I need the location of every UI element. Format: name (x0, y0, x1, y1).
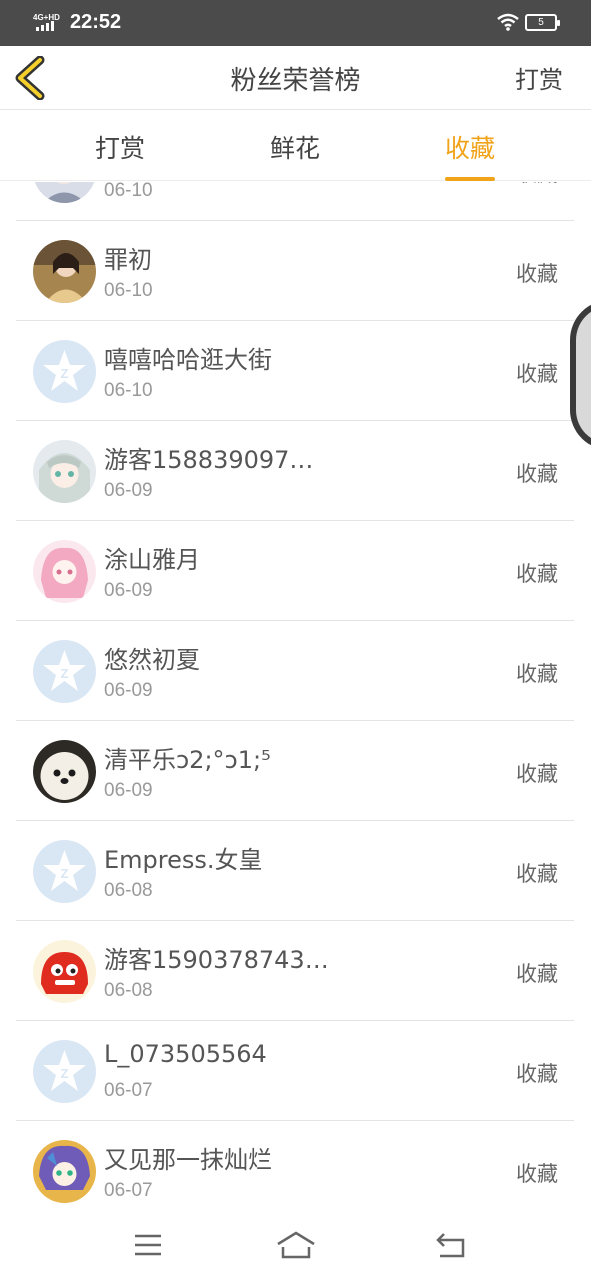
page-title: 粉丝荣誉榜 (230, 66, 361, 96)
tab-bar: 打赏 鲜花 收藏 (0, 111, 591, 181)
user-name: 游客1590378743… (104, 946, 329, 974)
avatar (33, 440, 96, 503)
avatar: Z (33, 1040, 96, 1103)
list-item[interactable]: 又见那一抹灿烂 06-07 收藏 (16, 1122, 574, 1210)
user-name: 清平乐ↄ2;°ↄ1;⁵ (104, 746, 271, 774)
avatar (33, 182, 96, 203)
user-name: 嘻嘻哈哈逛大街 (104, 346, 272, 374)
avatar (33, 1140, 96, 1203)
list-item[interactable]: 清平乐ↄ2;°ↄ1;⁵ 06-09 收藏 (16, 722, 574, 821)
list-item[interactable]: Z Empress.女皇 06-08 收藏 (16, 822, 574, 921)
avatar (33, 740, 96, 803)
battery-icon: 5 (525, 14, 560, 31)
date: 06-07 (104, 1080, 153, 1101)
date: 06-09 (104, 480, 153, 501)
list-item[interactable]: Z 嘻嘻哈哈逛大街 06-10 收藏 (16, 322, 574, 421)
tab-reward-label: 打赏 (95, 134, 146, 163)
system-nav-bar (0, 1210, 591, 1280)
action-label: 收藏 (516, 662, 558, 686)
svg-text:Z: Z (61, 366, 69, 381)
list-item[interactable]: 涂山雅月 06-09 收藏 (16, 522, 574, 621)
action-label: 收藏 (516, 362, 558, 386)
date: 06-09 (104, 680, 153, 701)
avatar: Z (33, 640, 96, 703)
svg-text:Z: Z (61, 666, 69, 681)
avatar (33, 540, 96, 603)
fan-list: 06-10 收藏 罪初 06-10 收藏 Z 嘻嘻哈哈逛大街 06-10 收藏 … (0, 182, 591, 1210)
svg-text:Z: Z (61, 1066, 69, 1081)
date: 06-10 (104, 280, 153, 301)
date: 06-07 (104, 1180, 153, 1201)
reward-button[interactable]: 打赏 (515, 60, 563, 95)
avatar (33, 240, 96, 303)
user-name: 悠然初夏 (104, 646, 200, 674)
date: 06-09 (104, 580, 153, 601)
tab-flowers[interactable]: 鲜花 (270, 129, 320, 165)
tab-flowers-label: 鲜花 (270, 134, 321, 163)
list-item[interactable]: 游客158839097… 06-09 收藏 (16, 422, 574, 521)
list-item[interactable]: 罪初 06-10 收藏 (16, 222, 574, 321)
date: 06-09 (104, 780, 153, 801)
list-item[interactable]: Z 悠然初夏 06-09 收藏 (16, 622, 574, 721)
user-name: 游客158839097… (104, 446, 314, 474)
action-label: 收藏 (516, 762, 558, 786)
svg-text:Z: Z (61, 866, 69, 881)
action-label: 收藏 (516, 182, 558, 188)
status-bar: 4G+HD 22:52 5 (0, 0, 591, 46)
menu-icon[interactable] (128, 1230, 168, 1260)
user-name: 又见那一抹灿烂 (104, 1146, 272, 1174)
tab-reward[interactable]: 打赏 (95, 129, 145, 165)
date: 06-08 (104, 980, 153, 1001)
date: 06-10 (104, 182, 153, 201)
list-item[interactable]: 06-10 收藏 (16, 182, 574, 221)
back-icon[interactable] (430, 1230, 470, 1260)
avatar (33, 940, 96, 1003)
action-label: 收藏 (516, 462, 558, 486)
user-name: 涂山雅月 (104, 546, 200, 574)
action-label: 收藏 (516, 962, 558, 986)
user-name: 罪初 (104, 246, 152, 274)
action-label: 收藏 (516, 1062, 558, 1086)
list-item[interactable]: Z L_073505564 06-07 收藏 (16, 1022, 574, 1121)
list-item[interactable]: 游客1590378743… 06-08 收藏 (16, 922, 574, 1021)
wifi-icon (497, 13, 519, 31)
home-icon[interactable] (276, 1230, 316, 1260)
action-label: 收藏 (516, 562, 558, 586)
avatar: Z (33, 340, 96, 403)
date: 06-08 (104, 880, 153, 901)
tab-favorites-label: 收藏 (445, 134, 496, 163)
signal-icon: 4G+HD (33, 13, 60, 31)
action-label: 收藏 (516, 862, 558, 886)
avatar: Z (33, 840, 96, 903)
user-name: L_073505564 (104, 1040, 267, 1068)
action-label: 收藏 (516, 262, 558, 286)
nav-bar: 粉丝荣誉榜 打赏 (0, 46, 591, 110)
user-name: Empress.女皇 (104, 846, 263, 874)
floating-side-handle[interactable] (570, 300, 591, 450)
svg-text:4G+HD: 4G+HD (33, 13, 60, 22)
active-tab-indicator (445, 177, 496, 181)
status-time: 22:52 (70, 11, 122, 33)
date: 06-10 (104, 380, 153, 401)
action-label: 收藏 (516, 1162, 558, 1186)
tab-favorites[interactable]: 收藏 (445, 129, 496, 181)
